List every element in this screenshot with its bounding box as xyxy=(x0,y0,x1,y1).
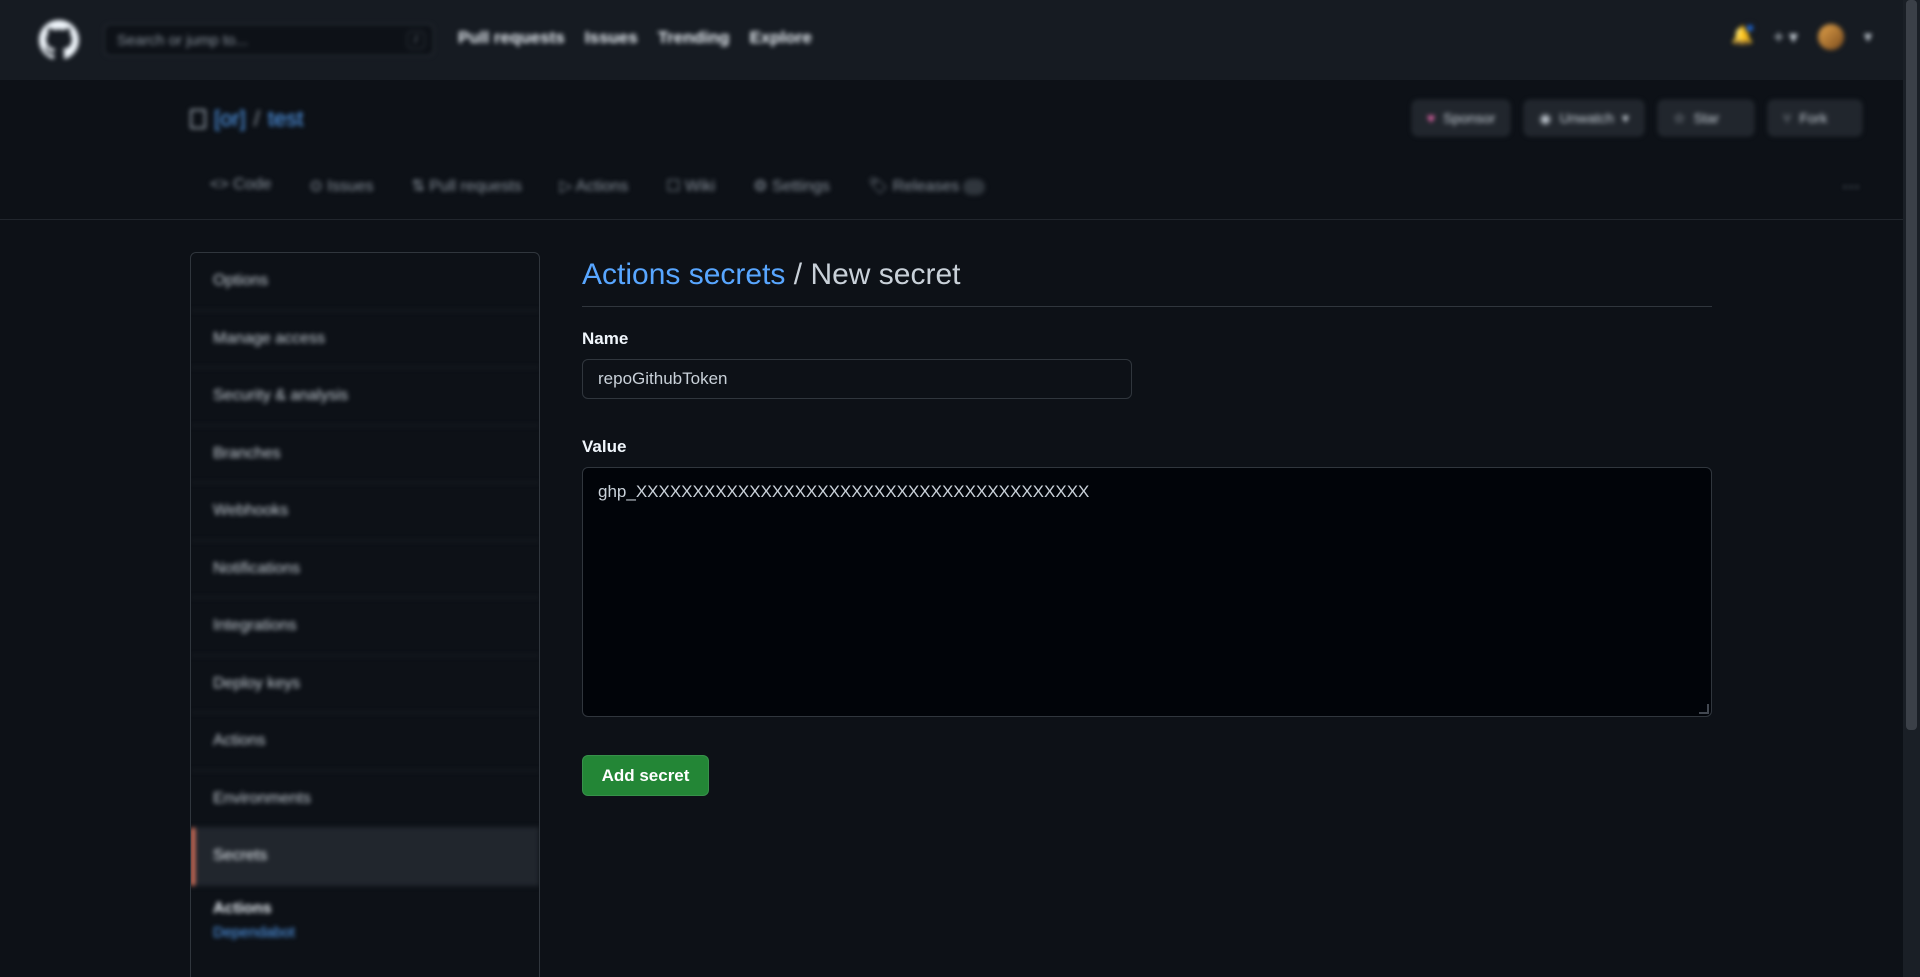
heart-icon: ♥ xyxy=(1426,110,1436,126)
chevron-down-icon: ▾ xyxy=(1621,109,1629,126)
fork-count xyxy=(1835,110,1847,126)
sidebar-sub-link-dependabot[interactable]: Dependabot xyxy=(191,918,539,947)
notifications-bell-icon[interactable]: 🔔 xyxy=(1731,23,1756,49)
tab-actions[interactable]: ▷ Actions xyxy=(560,176,628,196)
textarea-resize-handle[interactable] xyxy=(1699,704,1709,714)
tab-releases[interactable]: 🏷 Releases xyxy=(868,176,986,196)
global-search-input[interactable]: Search or jump to... / xyxy=(104,24,434,56)
tab-releases-label: Releases xyxy=(892,178,960,195)
tab-pull-requests-label: Pull requests xyxy=(429,178,522,195)
repo-title: [or] / test xyxy=(190,106,303,132)
tab-pull-requests[interactable]: ⇅ Pull requests xyxy=(412,176,522,196)
page-title-text: New secret xyxy=(810,258,961,291)
search-shortcut-badge: / xyxy=(407,31,425,49)
page-title: Actions secrets / New secret xyxy=(582,258,1712,307)
sidebar-item-security-analysis[interactable]: Security & analysis xyxy=(191,368,539,426)
unwatch-button[interactable]: ◉ Unwatch ▾ xyxy=(1524,100,1644,136)
settings-sidebar: Options Manage access Security & analysi… xyxy=(190,252,540,977)
repo-owner-link[interactable]: [or] xyxy=(214,106,246,132)
new-secret-form: Actions secrets / New secret Name repoGi… xyxy=(582,258,1712,796)
sidebar-item-webhooks[interactable]: Webhooks xyxy=(191,483,539,541)
tab-wiki[interactable]: ☐ Wiki xyxy=(666,176,715,196)
secret-value-text: ghp_XXXXXXXXXXXXXXXXXXXXXXXXXXXXXXXXXXXX… xyxy=(598,482,1090,501)
sidebar-item-branches[interactable]: Branches xyxy=(191,426,539,483)
tab-code-label: Code xyxy=(233,176,272,193)
repo-title-separator: / xyxy=(253,106,260,131)
sidebar-item-deploy-keys[interactable]: Deploy keys xyxy=(191,656,539,713)
eye-icon: ◉ xyxy=(1539,109,1552,126)
star-label: Star xyxy=(1693,110,1720,126)
repo-name-link[interactable]: test xyxy=(268,106,303,132)
fork-icon: ⑂ xyxy=(1782,110,1792,126)
scrollbar-thumb[interactable] xyxy=(1906,0,1917,730)
nav-explore[interactable]: Explore xyxy=(749,28,811,48)
nav-trending[interactable]: Trending xyxy=(658,28,730,48)
github-logo-icon[interactable] xyxy=(36,20,82,60)
value-label: Value xyxy=(582,437,627,456)
nav-pull-requests[interactable]: Pull requests xyxy=(458,28,565,48)
repo-tabs: <> Code ⊙ Issues ⇅ Pull requests ▷ Actio… xyxy=(210,176,986,196)
tab-wiki-label: Wiki xyxy=(685,178,716,195)
star-count xyxy=(1727,110,1739,126)
avatar-caret-icon[interactable]: ▾ xyxy=(1864,27,1872,47)
global-header: Search or jump to... / Pull requests Iss… xyxy=(0,0,1920,80)
breadcrumb-separator: / xyxy=(793,258,803,291)
repo-icon xyxy=(190,109,206,129)
secret-name-value: repoGithubToken xyxy=(598,369,728,388)
fork-button[interactable]: ⑂ Fork xyxy=(1767,100,1862,136)
sidebar-item-notifications[interactable]: Notifications xyxy=(191,541,539,598)
sidebar-item-secrets[interactable]: Secrets xyxy=(191,828,539,886)
sidebar-blur-group: Options Manage access Security & analysi… xyxy=(191,253,539,947)
secret-value-textarea[interactable]: ghp_XXXXXXXXXXXXXXXXXXXXXXXXXXXXXXXXXXXX… xyxy=(582,467,1712,717)
tab-code[interactable]: <> Code xyxy=(210,176,271,196)
tab-issues[interactable]: ⊙ Issues xyxy=(309,176,373,196)
repo-actions: ♥ Sponsor ◉ Unwatch ▾ ☆ Star ⑂ Fork xyxy=(1411,100,1862,136)
more-tabs-icon[interactable]: ··· xyxy=(1842,176,1860,197)
secret-name-input[interactable]: repoGithubToken xyxy=(582,359,1132,399)
repo-header-blur-group: [or] / test ♥ Sponsor ◉ Unwatch ▾ ☆ Star ⑂ Fo… xyxy=(0,80,1920,220)
notification-dot xyxy=(1745,23,1756,33)
sponsor-label: Sponsor xyxy=(1443,110,1496,126)
global-nav: Pull requests Issues Trending Explore xyxy=(458,28,812,48)
fork-label: Fork xyxy=(1799,110,1828,126)
tab-actions-label: Actions xyxy=(575,178,629,195)
breadcrumb-actions-secrets[interactable]: Actions secrets xyxy=(582,258,785,291)
search-placeholder: Search or jump to... xyxy=(117,32,248,49)
sponsor-button[interactable]: ♥ Sponsor xyxy=(1411,100,1511,136)
sidebar-item-manage-access[interactable]: Manage access xyxy=(191,311,539,368)
star-button[interactable]: ☆ Star xyxy=(1658,100,1754,136)
user-avatar[interactable] xyxy=(1817,24,1844,50)
nav-issues[interactable]: Issues xyxy=(585,28,638,48)
tab-issues-label: Issues xyxy=(327,178,374,195)
sidebar-item-environments[interactable]: Environments xyxy=(191,771,539,828)
sidebar-item-integrations[interactable]: Integrations xyxy=(191,598,539,656)
sidebar-item-actions[interactable]: Actions xyxy=(191,713,539,771)
tab-settings-label: Settings xyxy=(772,178,830,195)
name-label: Name xyxy=(582,329,629,348)
star-icon: ☆ xyxy=(1673,109,1686,126)
tab-settings[interactable]: ⚙ Settings xyxy=(753,176,830,196)
repository-header: [or] / test ♥ Sponsor ◉ Unwatch ▾ ☆ Star ⑂ Fo… xyxy=(0,80,1920,220)
sidebar-section-title: Actions xyxy=(213,899,272,917)
unwatch-label: Unwatch xyxy=(1559,110,1614,126)
header-right-controls: 🔔 + ▾ ▾ xyxy=(1731,23,1872,50)
page-scrollbar[interactable] xyxy=(1903,0,1920,977)
add-secret-button[interactable]: Add secret xyxy=(582,755,709,796)
create-new-plus-icon[interactable]: + ▾ xyxy=(1773,27,1798,48)
sidebar-item-options[interactable]: Options xyxy=(191,253,539,311)
releases-count-badge xyxy=(963,178,986,195)
header-blur-group: Search or jump to... / Pull requests Iss… xyxy=(0,0,1920,80)
